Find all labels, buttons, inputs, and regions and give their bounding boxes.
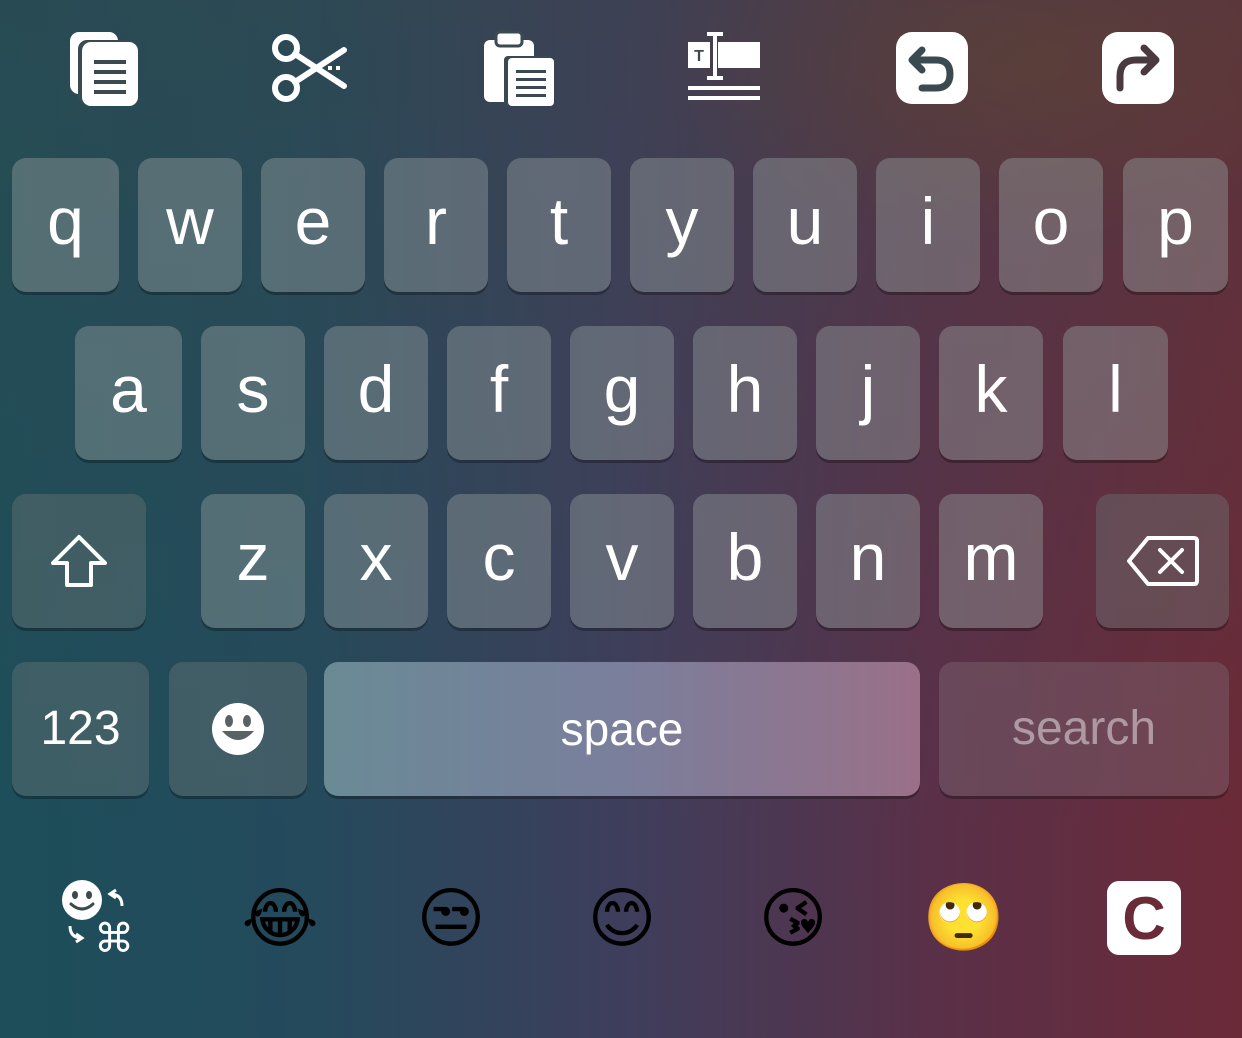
shift-arrow-icon [51, 535, 107, 587]
key-d[interactable]: d [324, 326, 428, 460]
svg-text:⌘: ⌘ [94, 916, 134, 958]
emoji-kiss[interactable]: 😘 [753, 878, 833, 958]
svg-text:T: T [694, 48, 704, 65]
key-o[interactable]: o [999, 158, 1103, 292]
delete-key[interactable] [1096, 494, 1229, 628]
key-c[interactable]: c [447, 494, 551, 628]
copy-icon[interactable] [64, 28, 144, 108]
search-key[interactable]: search [939, 662, 1229, 796]
key-u[interactable]: u [753, 158, 857, 292]
key-e[interactable]: e [261, 158, 365, 292]
smiley-icon [212, 703, 264, 755]
undo-icon[interactable] [892, 28, 972, 108]
key-y[interactable]: y [630, 158, 734, 292]
numbers-key[interactable]: 123 [12, 662, 149, 796]
app-logo-icon: C [1107, 881, 1181, 955]
key-x[interactable]: x [324, 494, 428, 628]
emoji-smiling[interactable]: 😊 [582, 878, 662, 958]
key-v[interactable]: v [570, 494, 674, 628]
key-l[interactable]: l [1063, 326, 1168, 460]
shift-key[interactable] [12, 494, 146, 628]
emoji-unamused[interactable]: 😒 [411, 878, 491, 958]
backspace-icon [1126, 536, 1199, 586]
key-j[interactable]: j [816, 326, 920, 460]
emoji-tears-of-joy[interactable]: 😂 [240, 878, 320, 958]
emoji-eye-roll[interactable]: 🙄 [923, 878, 1005, 958]
key-w[interactable]: w [138, 158, 242, 292]
space-bar[interactable]: space [324, 662, 920, 796]
key-k[interactable]: k [939, 326, 1043, 460]
key-a[interactable]: a [75, 326, 182, 460]
key-p[interactable]: p [1123, 158, 1228, 292]
paste-icon[interactable] [480, 28, 560, 108]
key-i[interactable]: i [876, 158, 980, 292]
key-r[interactable]: r [384, 158, 488, 292]
key-h[interactable]: h [693, 326, 797, 460]
emoji-command-switch-icon: ⌘ [62, 880, 134, 958]
key-b[interactable]: b [693, 494, 797, 628]
key-q[interactable]: q [12, 158, 119, 292]
key-g[interactable]: g [570, 326, 674, 460]
key-z[interactable]: z [201, 494, 305, 628]
emoji-key[interactable] [169, 662, 307, 796]
key-n[interactable]: n [816, 494, 920, 628]
key-t[interactable]: t [507, 158, 611, 292]
redo-icon[interactable] [1098, 28, 1178, 108]
app-switch-button[interactable]: C [1104, 878, 1184, 958]
key-s[interactable]: s [201, 326, 305, 460]
key-f[interactable]: f [447, 326, 551, 460]
key-m[interactable]: m [939, 494, 1043, 628]
select-text-icon[interactable]: T [684, 28, 764, 108]
keyboard-switcher-button[interactable]: ⌘ [58, 878, 138, 958]
cut-icon[interactable] [270, 28, 350, 108]
